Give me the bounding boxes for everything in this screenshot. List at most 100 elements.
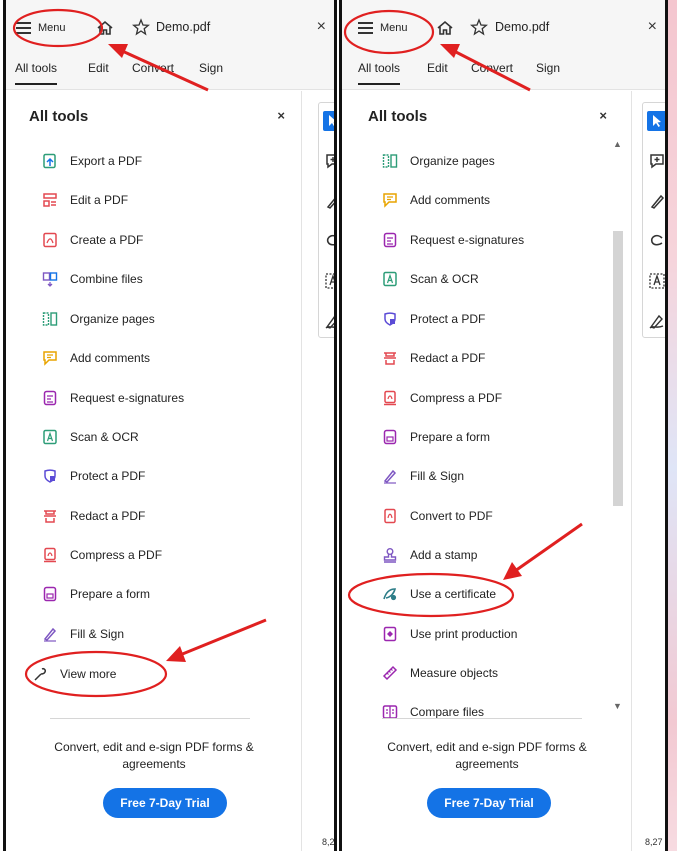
pen-tool-icon[interactable] xyxy=(647,191,665,211)
pane-title: All tools xyxy=(368,108,428,125)
tool-label: Add a stamp xyxy=(410,548,478,562)
tool-prepare-form[interactable]: Prepare a form xyxy=(42,583,150,605)
tool-compress-pdf[interactable]: Compress a PDF xyxy=(382,387,502,409)
organize-pages-icon xyxy=(42,312,58,326)
star-icon[interactable] xyxy=(132,18,150,36)
tool-label: Use a certificate xyxy=(410,587,497,601)
page-number: 8,27 xyxy=(322,837,335,847)
tab-sign[interactable]: Sign xyxy=(199,61,223,75)
redact-pdf-icon xyxy=(384,352,396,365)
combine-files-icon xyxy=(42,272,58,287)
tool-label: Protect a PDF xyxy=(70,469,146,483)
tool-scan-ocr[interactable]: Scan & OCR xyxy=(382,268,479,290)
tool-label: Add comments xyxy=(410,193,491,207)
tool-use-certificate[interactable]: Use a certificate xyxy=(382,583,496,605)
menu-label: Menu xyxy=(38,22,66,34)
scroll-down-icon[interactable]: ▼ xyxy=(613,701,622,711)
tool-add-comments[interactable]: Add comments xyxy=(42,347,150,369)
tool-redact-pdf[interactable]: Redact a PDF xyxy=(42,505,145,527)
tab-all-tools[interactable]: All tools xyxy=(358,61,401,85)
tool-prepare-form[interactable]: Prepare a form xyxy=(382,426,490,448)
home-icon[interactable] xyxy=(96,19,114,37)
select-tool-icon[interactable] xyxy=(647,111,665,131)
create-pdf-icon xyxy=(43,232,57,248)
tool-label: Compress a PDF xyxy=(410,391,503,405)
tool-compress-pdf[interactable]: Compress a PDF xyxy=(42,544,162,566)
quick-toolbar xyxy=(642,102,665,338)
tab-sign[interactable]: Sign xyxy=(536,61,560,75)
tool-combine-files[interactable]: Combine files xyxy=(42,268,143,290)
request-esignatures-icon xyxy=(43,390,57,406)
tool-request-esignatures[interactable]: Request e-signatures xyxy=(382,229,524,251)
tool-label: Fill & Sign xyxy=(70,627,125,641)
tool-label: Create a PDF xyxy=(70,233,144,247)
document-title: Demo.pdf xyxy=(156,20,211,34)
redact-pdf-icon xyxy=(44,510,56,523)
tab-all-tools[interactable]: All tools xyxy=(15,61,58,85)
add-comments-icon xyxy=(43,351,57,366)
free-trial-button[interactable]: Free 7-Day Trial xyxy=(103,788,227,818)
tool-edit-pdf[interactable]: Edit a PDF xyxy=(42,189,128,211)
scan-ocr-icon xyxy=(43,429,57,445)
tool-organize-pages[interactable]: Organize pages xyxy=(42,308,155,330)
organize-pages-icon xyxy=(382,154,398,168)
draw-tool-icon[interactable] xyxy=(647,231,665,251)
left-panel: Menu Demo.pdf × All tools Edit Convert S… xyxy=(3,0,337,851)
sign-tool-icon[interactable] xyxy=(647,311,665,331)
star-icon[interactable] xyxy=(470,18,488,36)
tool-request-esignatures[interactable]: Request e-signatures xyxy=(42,387,184,409)
tool-fill-sign[interactable]: Fill & Sign xyxy=(382,465,464,487)
close-document-icon[interactable]: × xyxy=(317,18,326,36)
tool-protect-pdf[interactable]: Protect a PDF xyxy=(382,308,485,330)
hamburger-icon xyxy=(16,22,31,34)
tool-label: Measure objects xyxy=(410,666,499,680)
tool-label: Prepare a form xyxy=(410,430,491,444)
draw-tool-icon[interactable] xyxy=(323,231,334,251)
menu-button[interactable]: Menu xyxy=(358,16,408,40)
divider xyxy=(50,718,250,719)
text-box-tool-icon[interactable] xyxy=(647,271,665,291)
menu-button[interactable]: Menu xyxy=(16,16,66,40)
tab-bar: All tools Edit Convert Sign xyxy=(342,54,665,90)
tool-add-stamp[interactable]: Add a stamp xyxy=(382,544,477,566)
tool-print-production[interactable]: Use print production xyxy=(382,623,517,645)
comment-tool-icon[interactable] xyxy=(323,151,334,171)
tool-scan-ocr[interactable]: Scan & OCR xyxy=(42,426,139,448)
divider xyxy=(382,718,582,719)
pane-close-icon[interactable]: × xyxy=(277,108,285,123)
pane-title: All tools xyxy=(29,108,89,125)
tab-convert[interactable]: Convert xyxy=(471,61,513,75)
tool-convert-to-pdf[interactable]: Convert to PDF xyxy=(382,505,493,527)
tool-compare-files[interactable]: Compare files xyxy=(382,701,484,723)
tool-label: Redact a PDF xyxy=(70,509,146,523)
tool-protect-pdf[interactable]: Protect a PDF xyxy=(42,465,145,487)
menu-label: Menu xyxy=(380,22,408,34)
scrollbar-thumb[interactable] xyxy=(613,231,623,506)
tool-redact-pdf[interactable]: Redact a PDF xyxy=(382,347,485,369)
tab-convert[interactable]: Convert xyxy=(132,61,174,75)
tab-edit[interactable]: Edit xyxy=(427,61,448,75)
comment-tool-icon[interactable] xyxy=(647,151,665,171)
page-number: 8,27 xyxy=(645,837,663,847)
quick-toolbar xyxy=(318,102,334,338)
export-pdf-icon xyxy=(43,153,56,169)
pane-close-icon[interactable]: × xyxy=(599,108,607,123)
tool-add-comments[interactable]: Add comments xyxy=(382,189,490,211)
promo-line: agreements xyxy=(455,757,519,771)
close-document-icon[interactable]: × xyxy=(648,18,657,36)
free-trial-button[interactable]: Free 7-Day Trial xyxy=(427,788,551,818)
select-tool-icon[interactable] xyxy=(323,111,334,131)
tool-create-pdf[interactable]: Create a PDF xyxy=(42,229,143,251)
tool-organize-pages[interactable]: Organize pages xyxy=(382,150,495,172)
tab-edit[interactable]: Edit xyxy=(88,61,109,75)
view-more-button[interactable]: View more xyxy=(32,663,116,685)
tool-fill-sign[interactable]: Fill & Sign xyxy=(42,623,124,645)
pen-tool-icon[interactable] xyxy=(323,191,334,211)
tool-export-pdf[interactable]: Export a PDF xyxy=(42,150,142,172)
scroll-up-icon[interactable]: ▲ xyxy=(613,139,622,149)
home-icon[interactable] xyxy=(436,19,454,37)
tool-measure-objects[interactable]: Measure objects xyxy=(382,662,498,684)
promo-line: agreements xyxy=(122,757,186,771)
text-box-tool-icon[interactable] xyxy=(323,271,334,291)
sign-tool-icon[interactable] xyxy=(323,311,334,331)
